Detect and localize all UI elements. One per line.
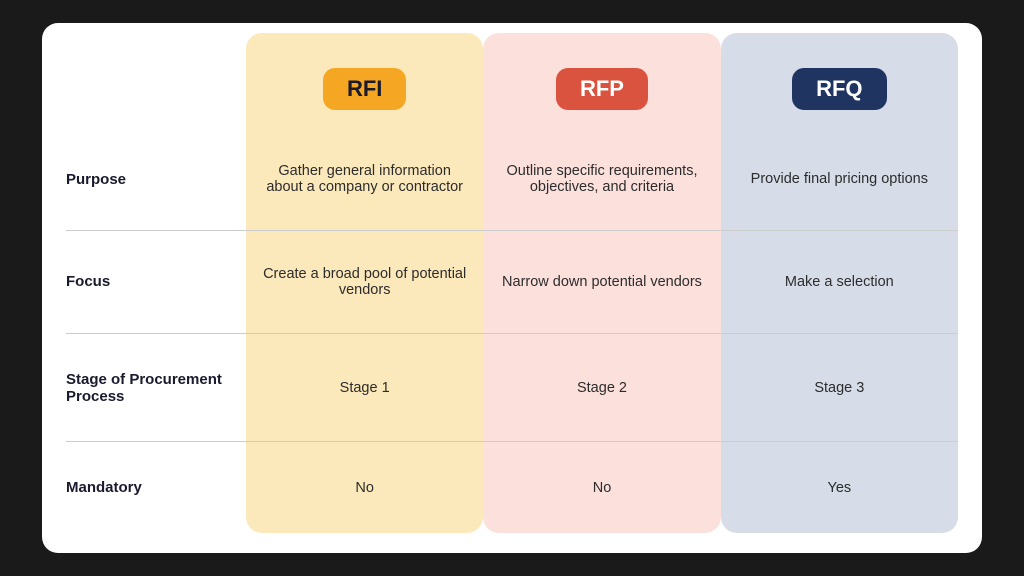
rfq-stage: Stage 3 xyxy=(721,333,958,442)
rfp-stage: Stage 2 xyxy=(483,333,720,442)
header-spacer xyxy=(66,33,246,129)
rfp-badge: RFP xyxy=(556,68,648,110)
rfq-badge: RFQ xyxy=(792,68,886,110)
rfi-focus: Create a broad pool of potential vendors xyxy=(246,230,483,333)
rfp-purpose: Outline specific requirements, objective… xyxy=(483,129,720,231)
rfp-mandatory: No xyxy=(483,441,720,533)
rfq-header: RFQ xyxy=(721,33,958,129)
rfi-stage: Stage 1 xyxy=(246,333,483,442)
rfq-focus: Make a selection xyxy=(721,230,958,333)
rfi-header: RFI xyxy=(246,33,483,129)
mandatory-label: Mandatory xyxy=(66,441,246,533)
stage-label: Stage of Procurement Process xyxy=(66,333,246,442)
purpose-label: Purpose xyxy=(66,129,246,231)
comparison-card: RFI RFP RFQ Purpose Gather general infor… xyxy=(42,23,982,553)
rfp-header: RFP xyxy=(483,33,720,129)
comparison-table: RFI RFP RFQ Purpose Gather general infor… xyxy=(66,33,958,533)
rfq-mandatory: Yes xyxy=(721,441,958,533)
rfi-badge: RFI xyxy=(323,68,406,110)
rfq-purpose: Provide final pricing options xyxy=(721,129,958,231)
rfp-focus: Narrow down potential vendors xyxy=(483,230,720,333)
rfi-mandatory: No xyxy=(246,441,483,533)
focus-label: Focus xyxy=(66,230,246,333)
rfi-purpose: Gather general information about a compa… xyxy=(246,129,483,231)
